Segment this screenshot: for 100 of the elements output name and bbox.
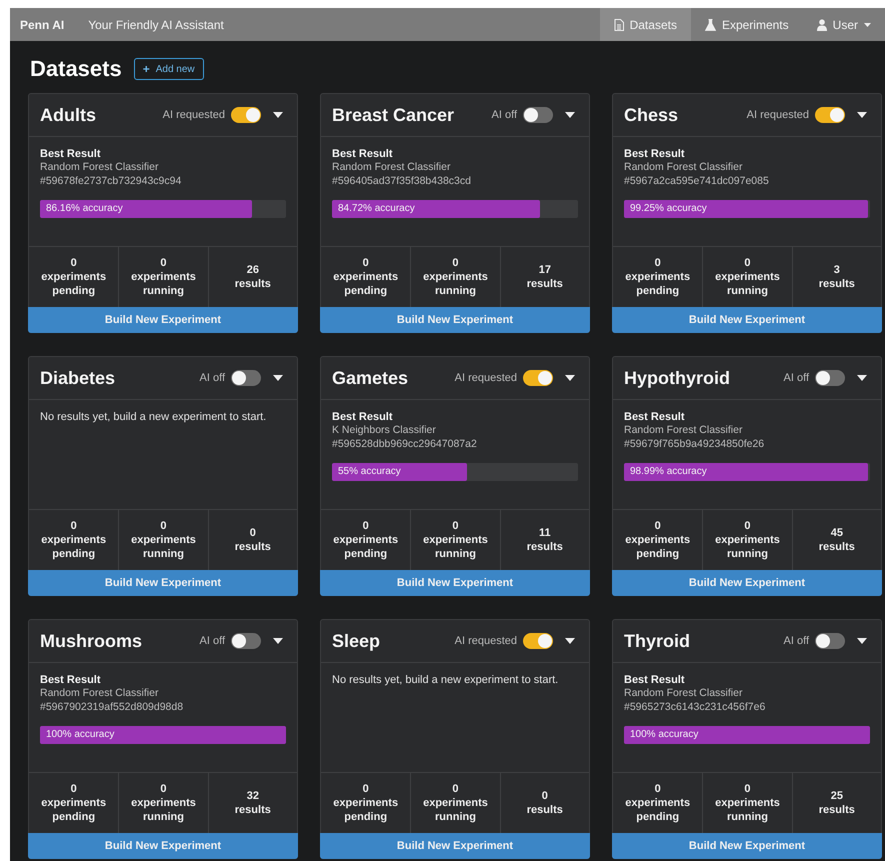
dataset-name: Gametes (332, 368, 410, 388)
dropdown-caret-icon[interactable] (565, 112, 575, 118)
stat-label: experiments pending (40, 270, 108, 298)
nav-link[interactable]: User (802, 8, 885, 41)
result-id: #596528dbb969cc29647087a2 (332, 437, 478, 451)
ai-status-label: AI off (200, 635, 225, 647)
stat-value: 0 (160, 519, 167, 533)
ai-status-label: AI requested (746, 109, 809, 121)
accuracy-bar: 55% accuracy (332, 463, 468, 481)
dataset-name: Adults (40, 104, 97, 126)
algorithm-name: Random Forest Classifier (40, 686, 160, 700)
stat-label: experiments pending (624, 533, 692, 561)
stat-label: experiments running (422, 270, 489, 298)
stat-label: experiments running (714, 270, 781, 298)
stat-label: results (234, 803, 271, 817)
stat-value: 0 (542, 789, 548, 803)
dataset-name: Breast Cancer (332, 104, 456, 126)
ai-status-label: AI requested (162, 109, 225, 121)
dropdown-caret-icon[interactable] (273, 638, 283, 644)
build-experiment-button[interactable]: Build New Experiment (320, 570, 590, 596)
stat-value: 0 (70, 519, 77, 533)
stat-value: 0 (70, 256, 77, 270)
best-result-heading: Best Result (332, 411, 394, 423)
stat-value: 0 (362, 782, 369, 796)
build-experiment-button[interactable]: Build New Experiment (612, 570, 882, 596)
ai-toggle[interactable] (815, 633, 845, 649)
dropdown-caret-icon[interactable] (857, 375, 867, 381)
stat-value: 0 (654, 519, 661, 533)
build-experiment-button[interactable]: Build New Experiment (28, 833, 298, 859)
dropdown-caret-icon[interactable] (565, 375, 575, 381)
nav-link[interactable]: Experiments (690, 8, 803, 41)
stat-label: experiments pending (624, 796, 692, 824)
stat-value: 0 (160, 256, 167, 270)
best-result-heading: Best Result (40, 674, 102, 686)
accuracy-bar: 100% accuracy (40, 726, 286, 744)
stat-label: results (526, 277, 563, 291)
ai-toggle[interactable] (231, 633, 261, 649)
build-experiment-button[interactable]: Build New Experiment (612, 307, 882, 333)
stat-value: 32 (246, 789, 259, 803)
stat-value: 0 (250, 526, 256, 540)
stat-label: experiments pending (624, 270, 692, 298)
stat-label: results (234, 277, 271, 291)
ai-toggle[interactable] (523, 107, 553, 123)
stat-value: 0 (452, 519, 459, 533)
dropdown-caret-icon[interactable] (857, 638, 867, 644)
stat-label: experiments running (130, 270, 197, 298)
ai-toggle[interactable] (231, 107, 261, 123)
stat-label: experiments running (422, 796, 489, 824)
ai-toggle[interactable] (815, 370, 845, 386)
dropdown-caret-icon[interactable] (565, 638, 575, 644)
accuracy-bar: 100% accuracy (624, 726, 870, 744)
stat-label: results (526, 540, 563, 554)
stat-label: experiments running (714, 796, 781, 824)
nav-link[interactable]: Datasets (600, 8, 691, 41)
stat-value: 0 (452, 782, 459, 796)
algorithm-name: Random Forest Classifier (624, 423, 744, 437)
stat-value: 3 (834, 263, 840, 277)
build-experiment-button[interactable]: Build New Experiment (28, 570, 298, 596)
add-new-button[interactable]: + Add new (134, 58, 204, 80)
ai-toggle[interactable] (231, 370, 261, 386)
best-result-heading: Best Result (624, 674, 686, 686)
build-experiment-button[interactable]: Build New Experiment (28, 307, 298, 333)
result-id: #59679f765b9a49234850fe26 (624, 437, 766, 451)
stat-label: experiments pending (332, 270, 400, 298)
stat-label: experiments pending (40, 796, 108, 824)
ai-status-label: AI off (784, 372, 809, 384)
stat-value: 0 (452, 256, 459, 270)
user-icon (816, 18, 827, 30)
build-experiment-button[interactable]: Build New Experiment (612, 833, 882, 859)
brand-name[interactable]: Penn AI (10, 8, 78, 41)
stat-value: 0 (160, 782, 167, 796)
result-id: #5965273c6143c231c456f7e6 (624, 700, 766, 714)
stat-value: 0 (654, 782, 661, 796)
stat-label: experiments running (714, 533, 781, 561)
ai-status-label: AI off (784, 635, 809, 647)
stat-label: experiments pending (332, 796, 400, 824)
stat-value: 17 (538, 263, 551, 277)
stat-label: results (234, 540, 271, 554)
dropdown-caret-icon[interactable] (273, 375, 283, 381)
build-experiment-button[interactable]: Build New Experiment (320, 833, 590, 859)
dropdown-caret-icon[interactable] (857, 112, 867, 118)
build-experiment-button[interactable]: Build New Experiment (320, 307, 590, 333)
stat-value: 0 (362, 256, 369, 270)
dataset-name: Sleep (332, 630, 382, 652)
dataset-name: Chess (624, 104, 680, 126)
accuracy-bar: 98.99% accuracy (624, 463, 868, 481)
best-result-heading: Best Result (332, 148, 394, 160)
stat-value: 26 (246, 263, 259, 277)
ai-toggle[interactable] (523, 370, 553, 386)
algorithm-name: Random Forest Classifier (624, 686, 744, 700)
stat-value: 0 (744, 519, 751, 533)
ai-toggle[interactable] (815, 107, 845, 123)
best-result-heading: Best Result (40, 148, 102, 160)
algorithm-name: K Neighbors Classifier (332, 423, 437, 437)
stat-label: experiments running (130, 796, 197, 824)
dropdown-caret-icon[interactable] (273, 112, 283, 118)
ai-toggle[interactable] (523, 633, 553, 649)
ai-status-label: AI off (200, 372, 225, 384)
stat-value: 0 (362, 519, 369, 533)
tagline: Your Friendly AI Assistant (87, 16, 225, 34)
